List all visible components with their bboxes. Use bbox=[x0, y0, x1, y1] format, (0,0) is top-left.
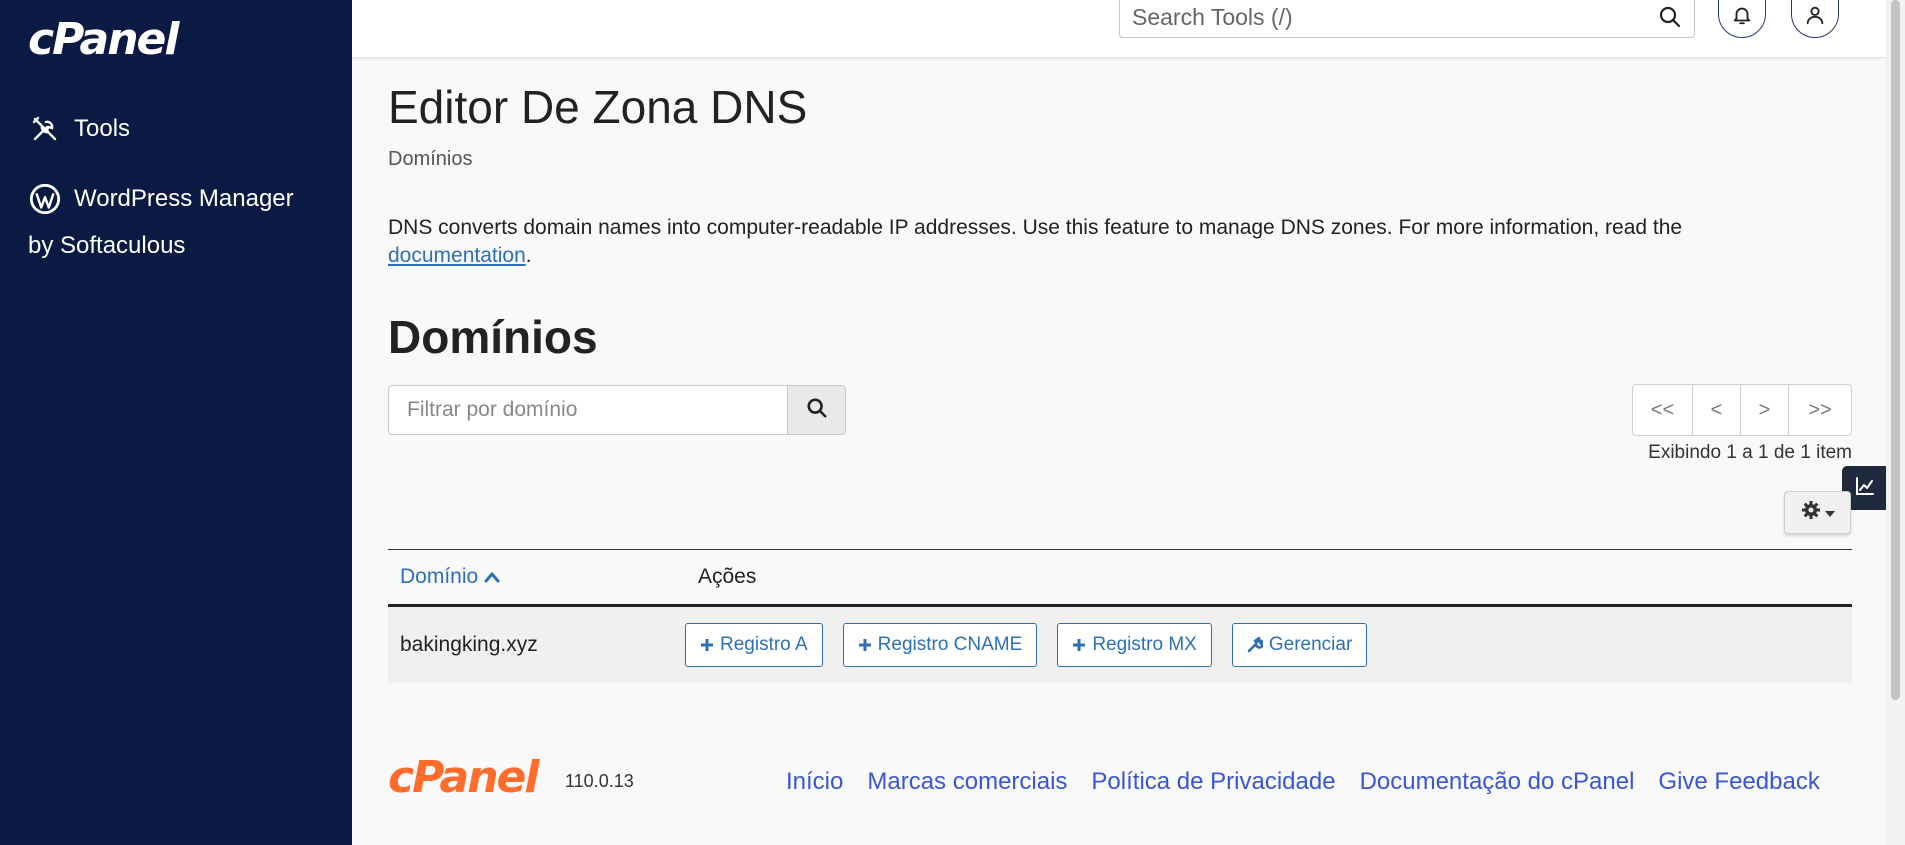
plus-icon bbox=[1072, 638, 1086, 652]
table-row: bakingking.xyz Registro A Registro CNAME… bbox=[388, 607, 1852, 683]
scrollbar-thumb[interactable] bbox=[1891, 0, 1900, 700]
page-title: Editor De Zona DNS bbox=[388, 81, 808, 133]
table-settings-button[interactable] bbox=[1784, 491, 1851, 534]
sidebar-item-label: WordPress Manager bbox=[74, 185, 294, 212]
search-icon bbox=[806, 397, 828, 424]
breadcrumb: Domínios bbox=[388, 148, 473, 170]
caret-down-icon bbox=[1824, 504, 1835, 522]
sidebar-item-label: Tools bbox=[74, 115, 131, 142]
footer-link-privacy[interactable]: Política de Privacidade bbox=[1091, 768, 1335, 796]
gear-icon bbox=[1801, 500, 1821, 525]
description-end: . bbox=[525, 244, 532, 267]
page-first-button[interactable]: << bbox=[1633, 385, 1693, 435]
sidebar-item-wordpress-manager[interactable]: WordPress Manager bbox=[28, 182, 294, 216]
tools-icon bbox=[28, 112, 62, 146]
domain-cell: bakingking.xyz bbox=[400, 633, 538, 656]
footer-link-docs[interactable]: Documentação do cPanel bbox=[1360, 768, 1635, 796]
page-prev-button[interactable]: < bbox=[1693, 385, 1741, 435]
wrench-icon bbox=[1247, 637, 1263, 653]
footer-link-feedback[interactable]: Give Feedback bbox=[1658, 768, 1819, 796]
add-cname-record-button[interactable]: Registro CNAME bbox=[842, 623, 1038, 667]
user-icon bbox=[1804, 4, 1826, 31]
sidebar-item-tools[interactable]: Tools bbox=[28, 112, 130, 146]
domain-filter-input[interactable] bbox=[388, 385, 788, 435]
search-tools-box[interactable] bbox=[1119, 0, 1695, 38]
search-icon[interactable] bbox=[1658, 5, 1682, 34]
domain-filter bbox=[388, 385, 846, 435]
cpanel-logo[interactable]: cPanel bbox=[28, 14, 179, 65]
button-label: Gerenciar bbox=[1268, 634, 1353, 655]
page-scrollbar[interactable] bbox=[1886, 0, 1905, 845]
button-label: Registro CNAME bbox=[877, 634, 1023, 655]
chart-icon bbox=[1855, 476, 1875, 501]
plus-icon bbox=[700, 638, 714, 652]
sort-domain-header[interactable]: Domínio bbox=[388, 565, 698, 589]
bell-icon bbox=[1731, 4, 1753, 31]
footer-link-inicio[interactable]: Início bbox=[786, 768, 843, 796]
button-label: Registro A bbox=[720, 634, 808, 655]
plus-icon bbox=[858, 638, 872, 652]
results-count: Exibindo 1 a 1 de 1 item bbox=[1648, 442, 1852, 463]
pagination: << < > >> bbox=[1632, 384, 1852, 436]
add-a-record-button[interactable]: Registro A bbox=[685, 623, 823, 667]
page-description: DNS converts domain names into computer-… bbox=[388, 214, 1868, 270]
chevron-up-icon bbox=[484, 571, 500, 583]
footer-link-trademarks[interactable]: Marcas comerciais bbox=[867, 768, 1067, 796]
domain-filter-search-button[interactable] bbox=[788, 385, 846, 435]
footer-version: 110.0.13 bbox=[565, 771, 634, 791]
domains-table: Domínio Ações bakingking.xyz Registro A … bbox=[388, 549, 1852, 683]
footer-links: Início Marcas comerciais Política de Pri… bbox=[786, 768, 1844, 796]
manage-zone-button[interactable]: Gerenciar bbox=[1231, 623, 1368, 667]
documentation-link[interactable]: documentation bbox=[388, 244, 526, 267]
sidebar-item-sublabel[interactable]: by Softaculous bbox=[28, 232, 185, 260]
page-last-button[interactable]: >> bbox=[1789, 385, 1851, 435]
section-title: Domínios bbox=[388, 311, 598, 363]
wordpress-icon bbox=[28, 182, 62, 216]
add-mx-record-button[interactable]: Registro MX bbox=[1057, 623, 1212, 667]
search-tools-input[interactable] bbox=[1132, 3, 1652, 31]
button-label: Registro MX bbox=[1092, 634, 1197, 655]
table-header: Domínio Ações bbox=[388, 549, 1852, 607]
footer-cpanel-logo[interactable]: cPanel bbox=[388, 752, 539, 803]
actions-header: Ações bbox=[698, 565, 757, 588]
description-text: DNS converts domain names into computer-… bbox=[388, 216, 1683, 239]
page-next-button[interactable]: > bbox=[1741, 385, 1789, 435]
header-label: Domínio bbox=[400, 565, 479, 588]
sidebar: cPanel Tools WordPress Manager by Softac… bbox=[0, 0, 352, 845]
